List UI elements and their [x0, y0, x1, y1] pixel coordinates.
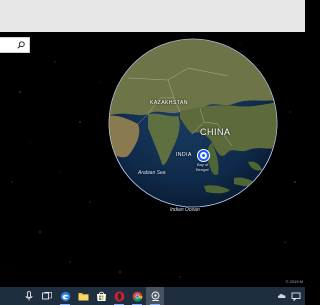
opera-button[interactable] [110, 287, 128, 305]
store-button[interactable] [92, 287, 110, 305]
location-pin[interactable] [198, 150, 209, 161]
maps-app-button[interactable] [146, 287, 164, 305]
search-icon[interactable] [17, 41, 25, 49]
taskbar [0, 287, 305, 305]
label-kazakhstan: KAZAKHSTAN [150, 100, 188, 106]
chrome-button[interactable] [128, 287, 146, 305]
file-explorer-icon [78, 292, 88, 300]
search-box[interactable] [0, 37, 30, 53]
task-view-icon [42, 292, 52, 300]
store-icon [96, 291, 106, 301]
label-china: CHINA [200, 127, 231, 137]
label-indian-ocean: Indian Ocean [170, 207, 200, 213]
microphone-icon [25, 291, 33, 301]
maps-app-icon [151, 291, 159, 301]
task-view-button[interactable] [38, 287, 56, 305]
edge-button[interactable] [56, 287, 74, 305]
onedrive-icon[interactable] [277, 291, 287, 301]
globe[interactable] [108, 38, 278, 208]
chat-icon[interactable] [291, 291, 301, 301]
file-explorer-button[interactable] [74, 287, 92, 305]
microphone-button[interactable] [20, 287, 38, 305]
edge-icon [60, 291, 70, 301]
label-india: INDIA [176, 152, 192, 158]
opera-icon [114, 291, 124, 301]
copyright-text: © 2019 M [285, 279, 303, 284]
label-arabian-sea: Arabian Sea [138, 170, 166, 176]
system-tray [277, 287, 305, 305]
chrome-icon [132, 291, 142, 301]
window-titlebar [0, 0, 305, 32]
label-bay-of-bengal-line2: Bengal [196, 167, 209, 172]
